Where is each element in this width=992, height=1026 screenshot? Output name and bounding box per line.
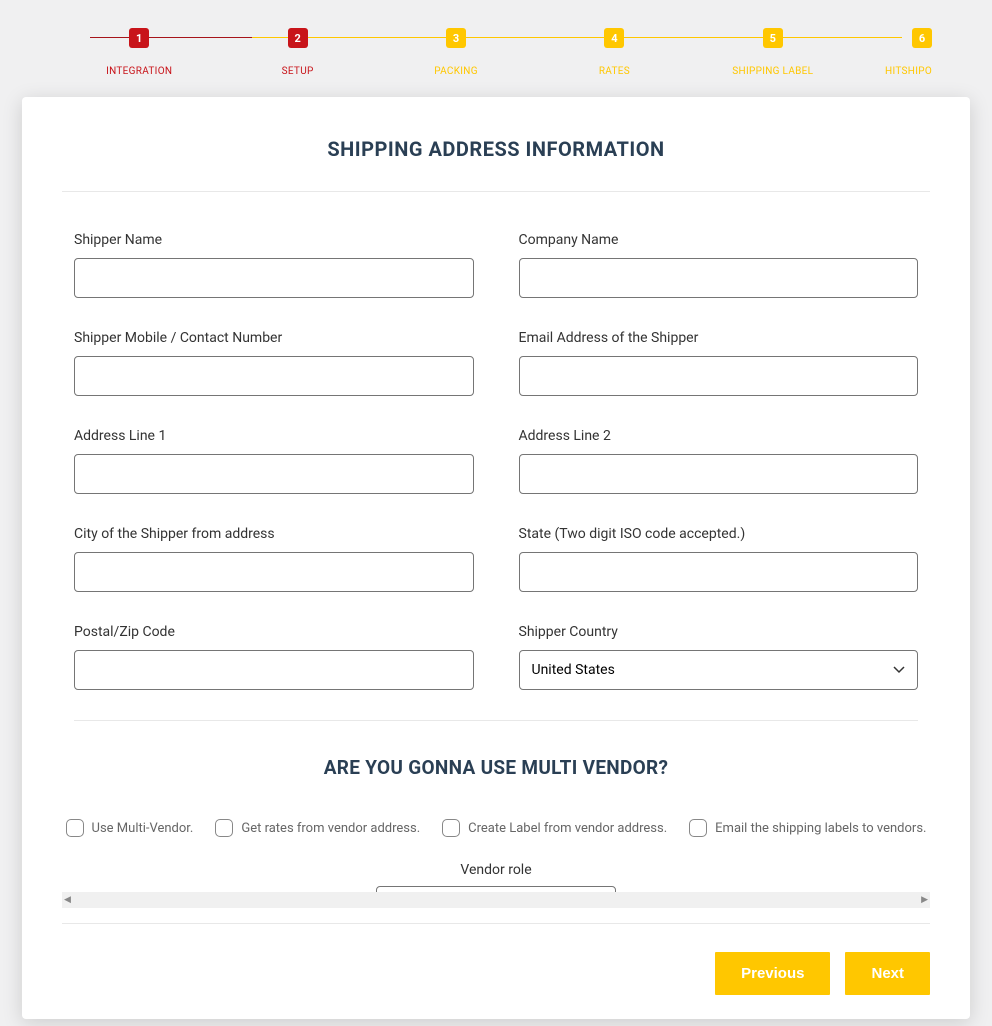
input-postal[interactable] — [74, 650, 474, 690]
cb-label-1: Use Multi-Vendor. — [92, 821, 194, 836]
input-address1[interactable] — [74, 454, 474, 494]
field-address1: Address Line 1 — [74, 428, 474, 494]
step-label-3: PACKING — [434, 66, 478, 77]
mv-title: ARE YOU GONNA USE MULTI VENDOR? — [62, 756, 930, 779]
vendor-role-label: Vendor role — [460, 862, 531, 878]
step-label-2: SETUP — [282, 66, 314, 77]
checkbox-icon — [442, 819, 460, 837]
label-email: Email Address of the Shipper — [519, 330, 919, 346]
step-label-1: INTEGRATION — [106, 66, 172, 77]
card: SHIPPING ADDRESS INFORMATION Shipper Nam… — [22, 97, 970, 1019]
step-label-5: SHIPPING LABEL — [732, 66, 813, 77]
cb-email-labels[interactable]: Email the shipping labels to vendors. — [689, 819, 926, 837]
scroll-left-icon: ◀ — [64, 895, 71, 905]
cb-label-3: Create Label from vendor address. — [468, 821, 667, 836]
scroll-area[interactable]: Shipper Name Company Name Shipper Mobile… — [62, 212, 930, 892]
cb-use-multivendor[interactable]: Use Multi-Vendor. — [66, 819, 194, 837]
bottom-hr — [62, 923, 930, 924]
checkbox-icon — [689, 819, 707, 837]
step-setup[interactable]: 2 SETUP — [218, 28, 376, 77]
input-company-name[interactable] — [519, 258, 919, 298]
horizontal-scrollbar[interactable]: ◀ ▶ — [62, 892, 930, 908]
input-email[interactable] — [519, 356, 919, 396]
label-shipper-mobile: Shipper Mobile / Contact Number — [74, 330, 474, 346]
step-label-4: RATES — [599, 66, 630, 77]
input-city[interactable] — [74, 552, 474, 592]
step-label-6: HITSHIPO — [885, 66, 932, 77]
label-state: State (Two digit ISO code accepted.) — [519, 526, 919, 542]
chevron-down-icon — [893, 663, 905, 677]
step-badge-2: 2 — [288, 28, 308, 48]
cb-create-label[interactable]: Create Label from vendor address. — [442, 819, 667, 837]
field-country: Shipper Country United States — [519, 624, 919, 690]
cb-get-rates[interactable]: Get rates from vendor address. — [215, 819, 420, 837]
select-country-value: United States — [532, 662, 615, 678]
next-button[interactable]: Next — [845, 952, 930, 995]
step-badge-4: 4 — [604, 28, 624, 48]
field-city: City of the Shipper from address — [74, 526, 474, 592]
input-shipper-name[interactable] — [74, 258, 474, 298]
input-address2[interactable] — [519, 454, 919, 494]
checkbox-row: Use Multi-Vendor. Get rates from vendor … — [62, 819, 930, 837]
field-state: State (Two digit ISO code accepted.) — [519, 526, 919, 592]
step-badge-1: 1 — [129, 28, 149, 48]
step-rates[interactable]: 4 RATES — [535, 28, 693, 77]
field-company-name: Company Name — [519, 232, 919, 298]
label-postal: Postal/Zip Code — [74, 624, 474, 640]
card-hr — [62, 191, 930, 192]
cb-label-2: Get rates from vendor address. — [241, 821, 420, 836]
label-shipper-name: Shipper Name — [74, 232, 474, 248]
field-shipper-name: Shipper Name — [74, 232, 474, 298]
label-address2: Address Line 2 — [519, 428, 919, 444]
card-title: SHIPPING ADDRESS INFORMATION — [62, 137, 930, 161]
step-badge-5: 5 — [763, 28, 783, 48]
select-country[interactable]: United States — [519, 650, 919, 690]
field-email: Email Address of the Shipper — [519, 330, 919, 396]
scroll-right-icon: ▶ — [921, 895, 928, 905]
label-country: Shipper Country — [519, 624, 919, 640]
step-badge-6: 6 — [912, 28, 932, 48]
button-row: Previous Next — [62, 952, 930, 995]
label-city: City of the Shipper from address — [74, 526, 474, 542]
field-shipper-mobile: Shipper Mobile / Contact Number — [74, 330, 474, 396]
form-grid: Shipper Name Company Name Shipper Mobile… — [62, 212, 930, 690]
field-postal: Postal/Zip Code — [74, 624, 474, 690]
field-address2: Address Line 2 — [519, 428, 919, 494]
section-hr — [74, 720, 918, 721]
step-packing[interactable]: 3 PACKING — [377, 28, 535, 77]
stepper: 1 INTEGRATION 2 SETUP 3 PACKING 4 RATES … — [0, 0, 992, 97]
label-address1: Address Line 1 — [74, 428, 474, 444]
checkbox-icon — [215, 819, 233, 837]
step-integration[interactable]: 1 INTEGRATION — [60, 28, 218, 77]
input-state[interactable] — [519, 552, 919, 592]
cb-label-4: Email the shipping labels to vendors. — [715, 821, 926, 836]
previous-button[interactable]: Previous — [715, 952, 830, 995]
label-company-name: Company Name — [519, 232, 919, 248]
checkbox-icon — [66, 819, 84, 837]
vendor-role-wrap: Vendor role Administrator To this role u… — [62, 862, 930, 892]
step-shipping-label[interactable]: 5 SHIPPING LABEL — [694, 28, 852, 77]
step-hitshipo[interactable]: 6 HITSHIPO — [852, 28, 932, 77]
input-shipper-mobile[interactable] — [74, 356, 474, 396]
step-badge-3: 3 — [446, 28, 466, 48]
